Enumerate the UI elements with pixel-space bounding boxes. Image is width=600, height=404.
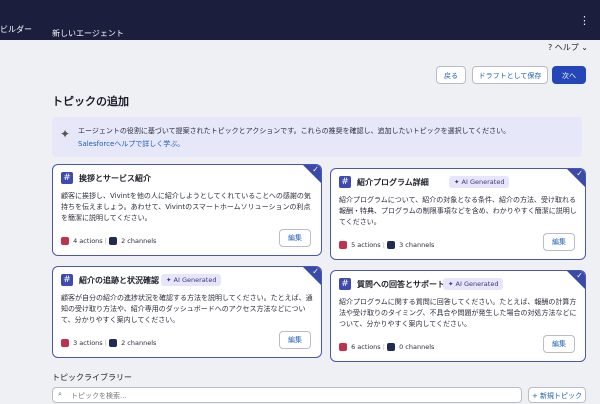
topic-icon: # xyxy=(61,274,73,286)
edit-button[interactable]: 編集 xyxy=(279,331,311,349)
ai-generated-badge: ✦ AI Generated xyxy=(443,278,504,290)
app-name[interactable]: ビルダー xyxy=(0,24,32,35)
topic-title: 紹介プログラム詳細 xyxy=(357,178,429,187)
edit-button[interactable]: 編集 xyxy=(543,335,575,353)
sparkle-icon: ✦ xyxy=(60,127,71,141)
channels-count: 0 channels xyxy=(399,343,435,351)
save-draft-button[interactable]: ドラフトとして保存 xyxy=(472,66,548,84)
help-link[interactable]: Salesforceヘルプで詳しく学ぶ。 xyxy=(78,139,184,149)
search-icon: ⌕ xyxy=(58,390,62,398)
ai-generated-badge: ✦ AI Generated xyxy=(161,274,222,286)
topic-description: 紹介プログラムに関する質問に回答してください。たとえば、報酬の計算方法や受け取り… xyxy=(339,298,577,328)
topic-icon: # xyxy=(339,176,351,188)
plus-icon: + xyxy=(531,392,538,400)
actions-count: 4 actions xyxy=(73,237,103,245)
checkmark-icon: ✓ xyxy=(312,267,319,276)
help-label: ヘルプ xyxy=(554,43,579,52)
topic-meta: 4 actions | 2 channels xyxy=(61,237,156,245)
chevron-down-icon: ⌄ xyxy=(581,43,588,52)
channels-count: 2 channels xyxy=(121,237,157,245)
sparkle-icon: ✦ xyxy=(166,276,172,284)
channels-icon xyxy=(387,343,396,351)
channels-count: 3 channels xyxy=(399,241,435,249)
edit-button[interactable]: 編集 xyxy=(279,229,311,247)
page-title: トピックの追加 xyxy=(52,95,129,108)
actions-count: 6 actions xyxy=(351,343,381,351)
new-topic-button[interactable]: + 新規トピック xyxy=(528,387,586,403)
topic-card-greeting[interactable]: ✓ # 挨拶とサービス紹介 顧客に挨拶し、Vivintを他の人に紹介しようとして… xyxy=(52,164,322,256)
sparkle-icon: ✦ xyxy=(454,178,460,186)
topic-description: 顧客に挨拶し、Vivintを他の人に紹介しようとしてくれていることへの感謝の気持… xyxy=(61,192,311,222)
actions-count: 3 actions xyxy=(73,339,103,347)
channels-icon xyxy=(387,241,396,249)
top-navigation-bar: ビルダー 新しいエージェント ⋮ xyxy=(0,0,600,40)
topic-meta: 3 actions | 2 channels xyxy=(61,339,156,347)
help-icon: ? xyxy=(547,43,553,52)
checkmark-icon: ✓ xyxy=(312,165,319,174)
topic-description: 紹介プログラムについて、紹介の対象となる条件、紹介の方法、受け取れる報酬・特典、… xyxy=(339,196,577,226)
topic-library-title: トピックライブラリー xyxy=(52,373,132,382)
help-menu[interactable]: ? ヘルプ ⌄ xyxy=(548,42,588,53)
checkmark-icon: ✓ xyxy=(576,271,583,280)
actions-count: 5 actions xyxy=(351,241,381,249)
actions-icon xyxy=(339,343,347,351)
topic-meta: 5 actions | 3 channels xyxy=(339,241,434,249)
actions-icon xyxy=(339,241,347,249)
badge-label: AI Generated xyxy=(461,178,505,186)
topic-title: 質問への回答とサポート xyxy=(357,280,445,289)
channels-count: 2 channels xyxy=(121,339,157,347)
more-options-icon[interactable]: ⋮ xyxy=(579,14,590,27)
actions-icon xyxy=(61,237,69,245)
topic-title: 紹介の追跡と状況確認 xyxy=(79,276,159,285)
banner-text: エージェントの役割に基づいて提案されたトピックとアクションです。これらの推奨を確… xyxy=(78,127,511,135)
checkmark-icon: ✓ xyxy=(576,169,583,178)
topic-icon: # xyxy=(339,278,351,290)
topic-search-input[interactable]: ⌕ トピックを検索... xyxy=(52,387,522,403)
back-button[interactable]: 戻る xyxy=(436,66,466,84)
topic-card-referral-details[interactable]: ✓ # 紹介プログラム詳細 ✦ AI Generated 紹介プログラムについて… xyxy=(330,168,586,260)
badge-label: AI Generated xyxy=(173,276,217,284)
ai-generated-badge: ✦ AI Generated xyxy=(449,176,510,188)
topic-card-faq-support[interactable]: ✓ # 質問への回答とサポート ✦ AI Generated 紹介プログラムに関… xyxy=(330,270,586,362)
badge-label: AI Generated xyxy=(455,280,499,288)
info-banner: ✦ エージェントの役割に基づいて提案されたトピックとアクションです。これらの推奨… xyxy=(52,117,582,157)
topic-icon: # xyxy=(61,172,73,184)
topic-card-tracking[interactable]: ✓ # 紹介の追跡と状況確認 ✦ AI Generated 顧客が自分の紹介の進… xyxy=(52,266,322,358)
actions-icon xyxy=(61,339,69,347)
channels-icon xyxy=(109,339,118,347)
tab-new-agent[interactable]: 新しいエージェント xyxy=(52,28,124,39)
topic-description: 顧客が自分の紹介の進捗状況を確認する方法を説明してください。たとえば、通知の受け… xyxy=(61,294,313,324)
topic-meta: 6 actions | 0 channels xyxy=(339,343,434,351)
edit-button[interactable]: 編集 xyxy=(543,233,575,251)
next-button[interactable]: 次へ xyxy=(552,66,586,84)
channels-icon xyxy=(109,237,118,245)
topic-title: 挨拶とサービス紹介 xyxy=(79,174,151,183)
new-topic-label: 新規トピック xyxy=(540,392,583,400)
sparkle-icon: ✦ xyxy=(448,280,454,288)
